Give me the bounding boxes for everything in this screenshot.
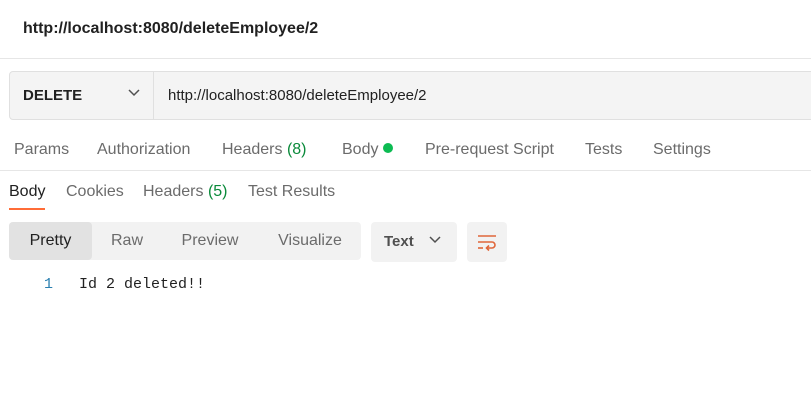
tab-body[interactable]: Body (342, 141, 394, 159)
tab-authorization[interactable]: Authorization (97, 141, 190, 159)
tab-settings[interactable]: Settings (653, 141, 711, 159)
tab-response-body[interactable]: Body (9, 183, 45, 201)
response-headers-count: (5) (207, 183, 228, 200)
tab-params[interactable]: Params (14, 141, 69, 159)
line-number: 1 (44, 276, 54, 293)
view-mode-segment: Pretty Raw Preview Visualize (9, 222, 361, 260)
tab-body-label: Body (342, 141, 379, 158)
response-tabs: Body Cookies Headers (5) Test Results (0, 180, 811, 214)
method-select[interactable]: DELETE (10, 72, 154, 119)
pretty-button[interactable]: Pretty (9, 222, 92, 260)
tab-test-results[interactable]: Test Results (248, 183, 335, 201)
tab-cookies[interactable]: Cookies (66, 183, 124, 201)
tab-tests[interactable]: Tests (585, 141, 622, 159)
url-input[interactable]: http://localhost:8080/deleteEmployee/2 (168, 87, 427, 104)
method-label: DELETE (23, 87, 83, 104)
tab-headers[interactable]: Headers (8) (222, 141, 307, 159)
request-title-bar: http://localhost:8080/deleteEmployee/2 (0, 0, 811, 59)
tab-headers-label: Headers (222, 141, 283, 158)
preview-button[interactable]: Preview (174, 222, 246, 260)
chevron-down-icon (128, 89, 140, 97)
tab-response-headers-label: Headers (143, 183, 204, 200)
request-bar: DELETE http://localhost:8080/deleteEmplo… (9, 71, 811, 120)
request-tabs: Params Authorization Headers (8) Body Pr… (0, 138, 811, 162)
text-wrap-icon (478, 235, 496, 252)
format-label: Text (384, 233, 414, 250)
raw-button[interactable]: Raw (104, 222, 150, 260)
visualize-button[interactable]: Visualize (272, 222, 348, 260)
response-line: Id 2 deleted!! (79, 276, 206, 293)
tab-prerequest-script[interactable]: Pre-request Script (425, 141, 554, 159)
format-dropdown[interactable]: Text (371, 222, 457, 262)
active-tab-underline (9, 208, 45, 210)
green-dot-icon (383, 143, 394, 153)
chevron-down-icon (429, 236, 441, 244)
tab-response-headers[interactable]: Headers (5) (143, 183, 228, 201)
divider (0, 170, 811, 171)
wrap-lines-button[interactable] (467, 222, 507, 262)
request-title[interactable]: http://localhost:8080/deleteEmployee/2 (23, 20, 318, 38)
headers-count: (8) (286, 141, 307, 158)
